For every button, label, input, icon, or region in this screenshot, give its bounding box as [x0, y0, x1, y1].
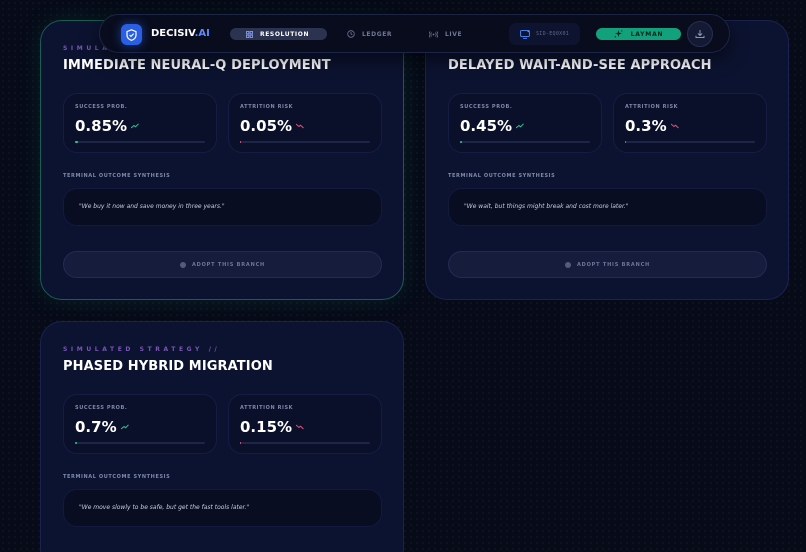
success-prob-bar — [460, 141, 590, 143]
success-prob-value: 0.85% — [75, 117, 128, 135]
attrition-risk-panel: ATTRITION RISK 0.15% — [228, 394, 382, 454]
tab-ledger-label: LEDGER — [362, 30, 393, 38]
success-prob-label: SUCCESS PROB. — [460, 104, 513, 110]
layman-mode-toggle[interactable]: LAYMAN — [596, 28, 681, 40]
synthesis-quote: "We buy it now and save money in three y… — [79, 203, 225, 210]
tab-resolution-label: RESOLUTION — [260, 30, 310, 38]
success-prob-value: 0.7% — [75, 418, 117, 436]
attrition-risk-label: ATTRITION RISK — [625, 104, 679, 110]
trend-up-icon — [131, 123, 139, 129]
strategy-card-delayed: DELAYED WAIT-AND-SEE APPROACH SUCCESS PR… — [425, 20, 789, 300]
brand-wordmark: DECISIV.AI — [151, 28, 210, 39]
synthesis-quote: "We move slowly to be safe, but get the … — [79, 504, 250, 511]
attrition-risk-label: ATTRITION RISK — [240, 405, 294, 411]
monitor-icon — [520, 29, 530, 39]
strategy-card-immediate: SIMULAT IMMEDIATE NEURAL-Q DEPLOYMENT SU… — [40, 20, 404, 300]
success-prob-label: SUCCESS PROB. — [75, 104, 128, 110]
attrition-risk-bar — [240, 141, 370, 143]
tab-resolution[interactable]: RESOLUTION — [230, 28, 327, 40]
mode-label: LAYMAN — [630, 30, 664, 38]
synthesis-label: TERMINAL OUTCOME SYNTHESIS — [63, 173, 171, 179]
attrition-risk-panel: ATTRITION RISK 0.3% — [613, 93, 767, 153]
attrition-risk-bar — [625, 141, 755, 143]
card-title: DELAYED WAIT-AND-SEE APPROACH — [448, 58, 712, 73]
top-nav-bar: DECISIV.AI RESOLUTION LEDGER LIVE SID-EQ… — [99, 14, 730, 53]
success-prob-value: 0.45% — [460, 117, 513, 135]
attrition-risk-value: 0.3% — [625, 117, 667, 135]
synthesis-quote-box: "We buy it now and save money in three y… — [63, 188, 382, 226]
synthesis-quote: "We wait, but things might break and cos… — [464, 203, 629, 210]
success-prob-bar — [75, 442, 205, 444]
success-prob-bar — [75, 141, 205, 143]
adopt-branch-button[interactable]: ADOPT THIS BRANCH — [63, 251, 382, 278]
session-indicator: SID-EQ0X01 — [509, 23, 580, 45]
adopt-branch-label: ADOPT THIS BRANCH — [576, 261, 651, 268]
clock-icon — [347, 30, 355, 38]
sparkle-icon — [614, 30, 623, 38]
trend-down-icon — [296, 123, 304, 129]
card-title: IMMEDIATE NEURAL-Q DEPLOYMENT — [63, 58, 331, 73]
radio-dot-icon — [179, 261, 186, 268]
synthesis-quote-box: "We wait, but things might break and cos… — [448, 188, 767, 226]
synthesis-quote-box: "We move slowly to be safe, but get the … — [63, 489, 382, 527]
trend-up-icon — [120, 424, 129, 430]
session-id: SID-EQ0X01 — [536, 31, 570, 37]
success-prob-panel: SUCCESS PROB. 0.7% — [63, 394, 217, 454]
strategy-card-phased: SIMULATED STRATEGY // PHASED HYBRID MIGR… — [40, 321, 404, 552]
success-prob-label: SUCCESS PROB. — [75, 405, 128, 411]
attrition-risk-value: 0.05% — [240, 117, 293, 135]
download-button[interactable] — [687, 21, 713, 47]
grid-icon — [246, 30, 253, 38]
trend-down-icon — [296, 424, 304, 430]
adopt-branch-label: ADOPT THIS BRANCH — [191, 261, 266, 268]
attrition-risk-label: ATTRITION RISK — [240, 104, 294, 110]
tab-ledger[interactable]: LEDGER — [347, 28, 392, 40]
synthesis-label: TERMINAL OUTCOME SYNTHESIS — [63, 474, 171, 480]
success-prob-panel: SUCCESS PROB. 0.85% — [63, 93, 217, 153]
adopt-branch-button[interactable]: ADOPT THIS BRANCH — [448, 251, 767, 278]
radio-dot-icon — [564, 261, 571, 268]
broadcast-icon — [429, 30, 438, 38]
trend-down-icon — [670, 123, 679, 129]
card-title: PHASED HYBRID MIGRATION — [63, 359, 273, 374]
attrition-risk-panel: ATTRITION RISK 0.05% — [228, 93, 382, 153]
tab-live[interactable]: LIVE — [429, 28, 462, 40]
success-prob-panel: SUCCESS PROB. 0.45% — [448, 93, 602, 153]
card-kicker: SIMULATED STRATEGY // — [63, 346, 221, 353]
attrition-risk-value: 0.15% — [240, 418, 293, 436]
shield-logo-icon — [121, 24, 142, 45]
tab-live-label: LIVE — [445, 30, 463, 38]
trend-up-icon — [516, 123, 524, 129]
download-icon — [695, 30, 705, 39]
synthesis-label: TERMINAL OUTCOME SYNTHESIS — [448, 173, 556, 179]
attrition-risk-bar — [240, 442, 370, 444]
